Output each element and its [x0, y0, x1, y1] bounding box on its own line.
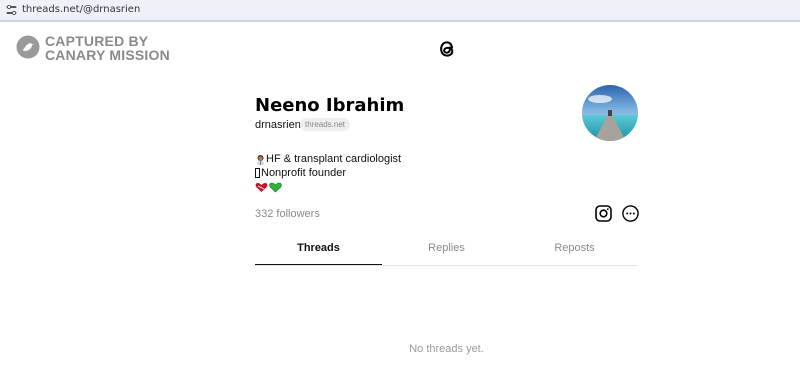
green-heart-icon — [269, 182, 282, 193]
red-heart-icon — [255, 182, 268, 192]
profile-name: Neeno Ibrahim — [255, 95, 405, 116]
canary-logo-icon — [16, 35, 40, 59]
bio-text-line-1: HF & transplant cardiologist — [266, 153, 402, 165]
profile-handle: drnasrien — [255, 119, 301, 131]
bio-text-line-2: Nonprofit founder — [261, 167, 346, 179]
url-text[interactable]: threads.net/@drnasrien — [22, 4, 140, 15]
bio-line-2: Nonprofit founder — [255, 166, 401, 180]
followers-count[interactable]: 332 followers — [255, 208, 320, 220]
instagram-icon[interactable] — [595, 205, 612, 222]
bio-line-1: HF & transplant cardiologist — [255, 152, 401, 166]
watermark-line-1: CAPTURED BY — [45, 33, 149, 49]
empty-state-message: No threads yet. — [409, 343, 484, 355]
tab-replies[interactable]: Replies — [383, 236, 510, 264]
woman-doctor-emoji-icon — [257, 154, 264, 165]
tab-threads[interactable]: Threads — [255, 236, 382, 265]
more-options-icon[interactable] — [622, 205, 639, 222]
site-settings-icon[interactable] — [6, 5, 17, 16]
browser-address-bar[interactable]: threads.net/@drnasrien — [0, 0, 800, 22]
profile-tabs: Threads Replies Reposts — [255, 236, 638, 266]
avatar-image — [582, 85, 638, 141]
profile-avatar[interactable] — [582, 85, 638, 141]
threads-domain-badge[interactable]: threads.net — [300, 118, 351, 131]
watermark-line-2: CANARY MISSION — [45, 47, 170, 63]
missing-glyph-icon — [255, 168, 260, 179]
profile-bio: HF & transplant cardiologist Nonprofit f… — [255, 152, 401, 194]
bio-line-3 — [255, 180, 401, 194]
threads-logo-icon[interactable] — [436, 37, 458, 61]
tab-reposts[interactable]: Reposts — [511, 236, 638, 264]
canary-mission-watermark: CAPTURED BY CANARY MISSION — [16, 34, 216, 62]
watermark-text: CAPTURED BY CANARY MISSION — [45, 34, 170, 62]
